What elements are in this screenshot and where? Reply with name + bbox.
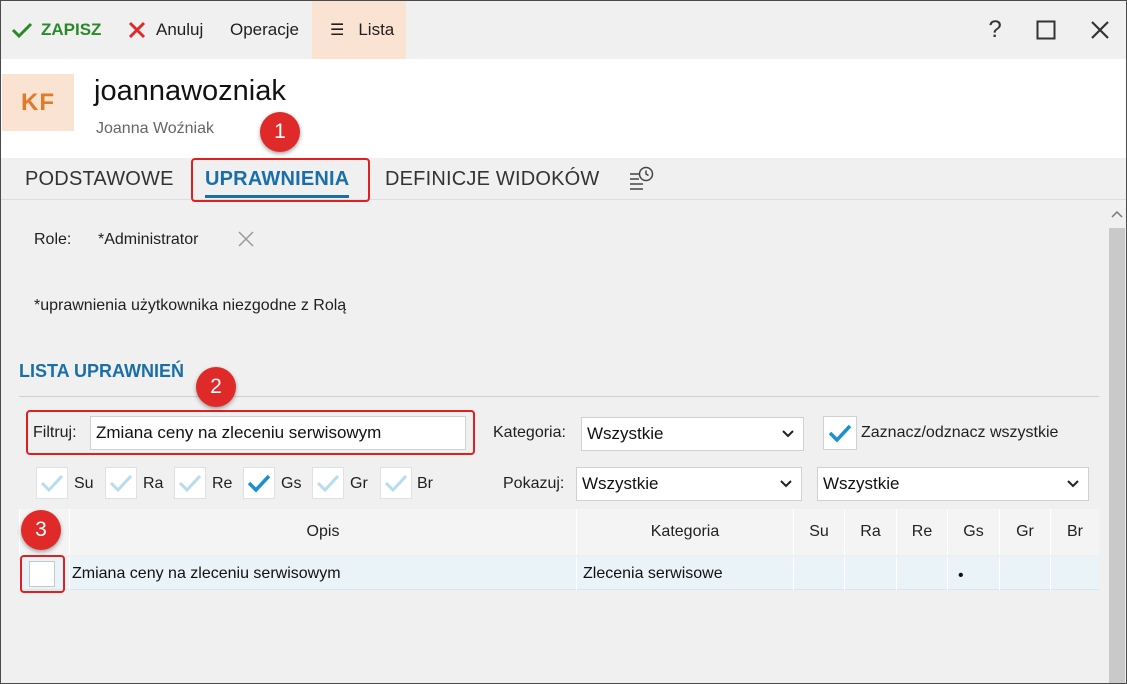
flag-re-label: Re	[212, 475, 233, 492]
cell-gs: •	[947, 557, 999, 590]
show-select-1[interactable]: Wszystkie	[576, 467, 802, 501]
flag-gs-checkbox[interactable]	[243, 467, 275, 499]
cancel-button[interactable]: Anuluj	[128, 1, 203, 59]
toolbar: ZAPISZ Anuluj Operacje ☰ Lista ?	[1, 1, 1126, 59]
remove-icon	[238, 231, 254, 247]
flag-su-label: Su	[74, 475, 94, 492]
flag-gr-label: Gr	[350, 475, 368, 492]
row-checkbox[interactable]	[29, 561, 55, 587]
chevron-down-icon	[782, 430, 794, 438]
column-header-kategoria[interactable]: Kategoria	[576, 509, 793, 555]
filter-label: Filtruj:	[33, 424, 77, 441]
permissions-note: *uprawnienia użytkownika niezgodne z Rol…	[34, 297, 347, 314]
close-icon	[128, 21, 146, 39]
category-selected: Wszystkie	[587, 424, 664, 443]
chevron-down-icon	[1067, 480, 1079, 488]
checkmark-icon	[109, 474, 133, 493]
select-all-checkbox[interactable]	[823, 416, 857, 450]
cell-opis: Zmiana ceny na zleceniu serwisowym	[69, 557, 576, 590]
cell-br	[1050, 557, 1099, 590]
flag-re-checkbox[interactable]	[174, 467, 206, 499]
checkmark-icon	[316, 474, 340, 493]
flag-gr-checkbox[interactable]	[312, 467, 344, 499]
tab-bar: PODSTAWOWE UPRAWNIENIA DEFINICJE WIDOKÓW	[1, 158, 1126, 200]
tab-view-definitions[interactable]: DEFINICJE WIDOKÓW	[385, 158, 600, 200]
annotation-badge-3: 3	[21, 510, 61, 550]
operations-button[interactable]: Operacje	[230, 1, 299, 59]
annotation-badge-2: 2	[196, 367, 236, 407]
help-button[interactable]: ?	[980, 15, 1010, 45]
column-header-su[interactable]: Su	[793, 509, 844, 555]
list-button[interactable]: ☰ Lista	[312, 1, 406, 59]
list-label: Lista	[358, 20, 395, 39]
chevron-down-icon	[780, 480, 792, 488]
operations-label: Operacje	[230, 20, 299, 39]
filter-input[interactable]	[90, 416, 466, 450]
window: ZAPISZ Anuluj Operacje ☰ Lista ? KF joan…	[0, 0, 1127, 684]
column-header-ra[interactable]: Ra	[844, 509, 896, 555]
close-window-icon	[1091, 21, 1109, 39]
full-name: Joanna Woźniak	[96, 120, 214, 137]
category-label: Kategoria:	[493, 424, 566, 441]
chevron-up-icon	[1111, 210, 1123, 218]
checkmark-icon	[178, 474, 202, 493]
flag-su-checkbox[interactable]	[36, 467, 68, 499]
table-row[interactable]: Zmiana ceny na zleceniu serwisowym Zlece…	[19, 557, 1099, 590]
scroll-up-button[interactable]	[1108, 205, 1126, 223]
section-divider	[19, 396, 1099, 397]
cell-su	[793, 557, 844, 590]
column-header-br[interactable]: Br	[1050, 509, 1099, 555]
cell-kategoria: Zlecenia serwisowe	[576, 557, 793, 590]
table-header: Opis Kategoria Su Ra Re Gs Gr Br	[19, 509, 1099, 555]
tab-history[interactable]	[627, 158, 655, 200]
cell-ra	[844, 557, 896, 590]
flag-ra-checkbox[interactable]	[105, 467, 137, 499]
cell-re	[896, 557, 947, 590]
role-chip: *Administrator	[98, 231, 199, 248]
maximize-button[interactable]	[1031, 15, 1061, 45]
user-header: KF joannawozniak Joanna Woźniak	[1, 59, 1126, 158]
avatar: KF	[2, 74, 74, 131]
category-select[interactable]: Wszystkie	[581, 417, 804, 451]
annotation-badge-1: 1	[260, 112, 300, 152]
save-button[interactable]: ZAPISZ	[11, 1, 101, 59]
cell-gr	[999, 557, 1050, 590]
history-icon	[630, 166, 654, 190]
checkmark-icon	[40, 474, 64, 493]
show-label: Pokazuj:	[503, 475, 565, 492]
show-selected-1: Wszystkie	[582, 474, 659, 493]
checkmark-icon	[384, 474, 408, 493]
flag-ra-label: Ra	[143, 475, 164, 492]
checkmark-icon	[247, 474, 271, 493]
permissions-panel: Role: *Administrator *uprawnienia użytko…	[1, 200, 1108, 683]
tab-permissions[interactable]: UPRAWNIENIA	[205, 158, 350, 200]
column-header-gs[interactable]: Gs	[947, 509, 999, 555]
column-header-re[interactable]: Re	[896, 509, 947, 555]
save-label: ZAPISZ	[41, 20, 102, 39]
column-header-opis[interactable]: Opis	[69, 509, 576, 555]
column-header-gr[interactable]: Gr	[999, 509, 1050, 555]
section-title: LISTA UPRAWNIEŃ	[19, 361, 184, 381]
select-all-label: Zaznacz/odznacz wszystkie	[861, 424, 1059, 441]
roles-label: Role:	[34, 231, 72, 248]
hamburger-icon: ☰	[330, 22, 345, 39]
remove-role-button[interactable]	[235, 228, 257, 250]
cancel-label: Anuluj	[156, 20, 204, 39]
checkmark-icon	[828, 424, 852, 443]
show-select-2[interactable]: Wszystkie	[817, 467, 1089, 501]
show-selected-2: Wszystkie	[823, 474, 900, 493]
flag-br-label: Br	[417, 475, 433, 492]
help-icon: ?	[988, 16, 1002, 43]
scrollbar-thumb[interactable]	[1109, 228, 1125, 683]
maximize-icon	[1036, 20, 1056, 40]
close-window-button[interactable]	[1085, 15, 1115, 45]
flag-br-checkbox[interactable]	[380, 467, 412, 499]
flag-gs-label: Gs	[281, 475, 302, 492]
username: joannawozniak	[94, 75, 286, 107]
checkmark-icon	[11, 22, 33, 39]
tab-basic[interactable]: PODSTAWOWE	[25, 158, 174, 200]
